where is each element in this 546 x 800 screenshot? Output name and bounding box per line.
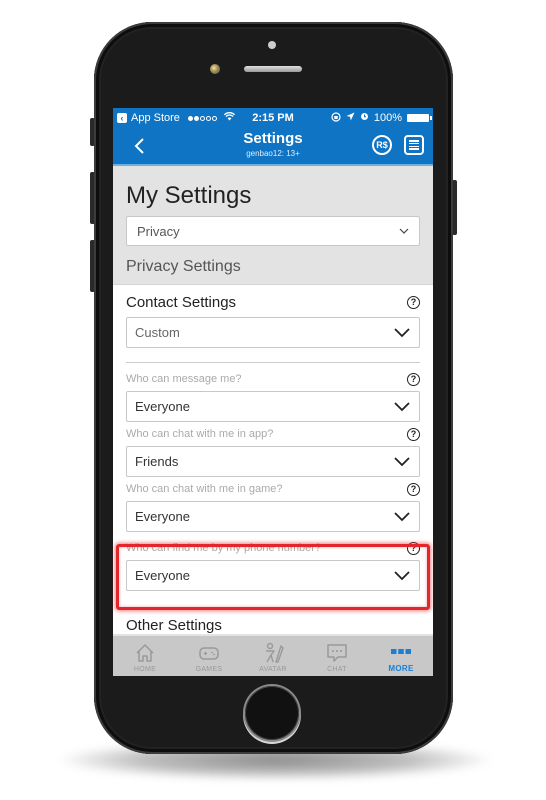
- tab-label: CHAT: [327, 666, 347, 673]
- chevron-down-icon: [394, 401, 410, 411]
- page-heading: My Settings: [126, 182, 252, 209]
- field-label: Who can chat with me in app?: [126, 428, 274, 440]
- alarm-icon: [360, 112, 369, 124]
- select-value: Everyone: [135, 509, 190, 524]
- status-bar: ‹ App Store 2:15 PM 100%: [113, 108, 433, 128]
- avatar-icon: [266, 642, 284, 663]
- game-chat-permission-select[interactable]: Everyone: [126, 501, 420, 532]
- tab-more[interactable]: MORE: [369, 636, 433, 676]
- gamepad-icon: [199, 647, 219, 660]
- divider: [126, 362, 420, 363]
- phone-discovery-field: Who can find me by my phone number? ? Ev…: [126, 540, 420, 591]
- phone-discovery-select[interactable]: Everyone: [126, 560, 420, 591]
- rotation-lock-icon: [331, 111, 341, 125]
- tab-chat[interactable]: CHAT: [305, 636, 369, 676]
- chevron-down-icon: [394, 570, 410, 580]
- message-permission-select[interactable]: Everyone: [126, 391, 420, 422]
- bottom-tab-bar: HOME GAMES AVATAR CHAT MORE: [113, 636, 433, 676]
- field-label: Who can find me by my phone number?: [126, 542, 322, 554]
- help-icon[interactable]: ?: [407, 372, 420, 386]
- robux-icon: R$: [376, 140, 388, 150]
- select-value: Friends: [135, 454, 179, 469]
- back-app-label[interactable]: App Store: [131, 112, 180, 124]
- location-icon: [346, 112, 355, 124]
- help-icon[interactable]: ?: [407, 295, 420, 309]
- front-camera: [210, 64, 220, 74]
- nav-bar: Settings genbao12: 13+ R$: [113, 128, 433, 166]
- section-title: Privacy Settings: [126, 258, 241, 275]
- tab-label: AVATAR: [259, 666, 287, 673]
- wifi-icon: [223, 112, 235, 124]
- tab-label: HOME: [133, 666, 157, 673]
- select-value: Everyone: [135, 399, 190, 414]
- field-label: Who can chat with me in game?: [126, 483, 283, 495]
- select-value: Everyone: [135, 568, 190, 583]
- back-to-app-icon[interactable]: ‹: [117, 113, 127, 123]
- signal-strength-icon: [187, 115, 217, 121]
- app-chat-permission-select[interactable]: Friends: [126, 446, 420, 477]
- field-label: Who can message me?: [126, 373, 242, 385]
- help-icon[interactable]: ?: [407, 482, 420, 496]
- home-icon: [136, 644, 154, 662]
- chevron-down-icon: [394, 327, 410, 337]
- select-value: Custom: [135, 325, 180, 340]
- chevron-down-icon: [394, 456, 410, 466]
- tab-label: MORE: [388, 664, 414, 673]
- app-chat-permission-field: Who can chat with me in app? ? Friends: [126, 426, 420, 477]
- settings-content: My Settings Privacy Privacy Settings Con…: [113, 166, 433, 634]
- battery-icon: [407, 114, 432, 122]
- settings-category-select[interactable]: Privacy: [126, 216, 420, 246]
- tab-games[interactable]: GAMES: [177, 636, 241, 676]
- robux-button[interactable]: R$: [372, 135, 392, 155]
- battery-percent: 100%: [373, 112, 402, 124]
- message-permission-field: Who can message me? ? Everyone: [126, 371, 420, 422]
- contact-settings-panel: Contact Settings ? Custom Who can messag…: [113, 284, 433, 605]
- more-icon: [391, 649, 411, 654]
- chevron-down-icon: [399, 228, 409, 234]
- tab-home[interactable]: HOME: [113, 636, 177, 676]
- other-settings-title: Other Settings: [113, 605, 433, 634]
- chat-icon: [327, 644, 347, 662]
- chevron-down-icon: [394, 511, 410, 521]
- tab-avatar[interactable]: AVATAR: [241, 636, 305, 676]
- help-icon[interactable]: ?: [407, 427, 420, 441]
- list-icon: [409, 140, 419, 142]
- category-value: Privacy: [137, 223, 180, 239]
- contact-settings-title: Contact Settings: [126, 293, 237, 311]
- game-chat-permission-field: Who can chat with me in game? ? Everyone: [126, 481, 420, 532]
- tab-label: GAMES: [195, 666, 223, 673]
- contact-settings-select[interactable]: Custom: [126, 317, 420, 348]
- earpiece: [244, 66, 302, 72]
- catalog-menu-button[interactable]: [404, 135, 424, 155]
- home-button[interactable]: [245, 686, 299, 740]
- app-screen: ‹ App Store 2:15 PM 100% Settings genbao…: [113, 108, 433, 676]
- proximity-sensor: [268, 41, 276, 49]
- help-icon[interactable]: ?: [407, 541, 420, 555]
